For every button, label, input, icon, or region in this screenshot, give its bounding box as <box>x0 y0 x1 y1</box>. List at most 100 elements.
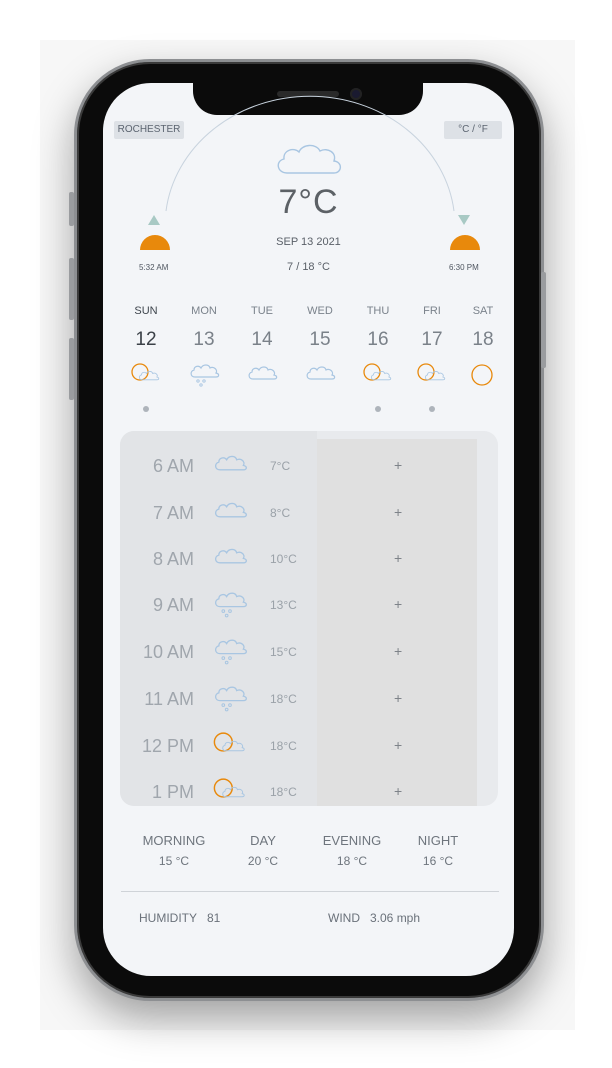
cloud-icon <box>214 548 247 564</box>
expand-plus-button[interactable]: + <box>394 643 402 659</box>
sunset-time: 6:30 PM <box>449 263 479 272</box>
day-part-value: 20 °C <box>247 854 279 868</box>
hourly-forecast-panel: 6 AM 7°C +7 AM 8°C +8 AM 10°C +9 AM 13°C +10 AM 1… <box>120 431 498 806</box>
day-fri[interactable]: FRI 17 <box>407 305 457 389</box>
expand-plus-button[interactable]: + <box>394 550 402 566</box>
wind-label: WIND <box>328 911 360 925</box>
hour-temperature: 8°C <box>270 506 291 520</box>
day-sun[interactable]: SUN 12 <box>121 305 171 389</box>
hour-label: 6 AM <box>152 456 194 476</box>
sunset-arrow-icon <box>458 215 470 225</box>
day-number: 14 <box>251 329 273 350</box>
day-number: 18 <box>472 329 494 350</box>
humidity-label: HUMIDITY <box>139 911 197 925</box>
precipitation-dot <box>375 406 381 412</box>
day-mon[interactable]: MON 13 <box>179 305 229 389</box>
day-part-label: EVENING <box>322 833 382 848</box>
cloud-icon <box>248 366 278 380</box>
expand-plus-button[interactable]: + <box>394 504 402 520</box>
expand-plus-button[interactable]: + <box>394 783 402 799</box>
volume-up-button <box>69 258 74 320</box>
day-name: TUE <box>251 305 273 317</box>
hour-temperature: 7°C <box>270 459 291 473</box>
sunset-icon <box>450 235 480 250</box>
cloud-icon <box>214 455 247 471</box>
hour-temperature: 13°C <box>270 598 297 612</box>
day-part-label: DAY <box>250 833 276 848</box>
expand-plus-button[interactable]: + <box>394 596 402 612</box>
day-part-label: MORNING <box>142 833 206 848</box>
day-name: THU <box>366 305 390 317</box>
day-part-value: 16 °C <box>422 854 454 868</box>
hour-label: 10 AM <box>142 642 194 662</box>
mute-switch <box>69 192 74 226</box>
day-tue[interactable]: TUE 14 <box>237 305 287 389</box>
day-part-value: 15 °C <box>158 854 190 868</box>
day-number: 16 <box>367 329 389 350</box>
rain-cloud-icon <box>190 364 220 387</box>
humidity-stat: HUMIDITY 81 <box>139 911 220 925</box>
day-part-day: DAY 20 °C <box>213 833 313 868</box>
day-number: 12 <box>135 329 157 350</box>
hourly-row[interactable]: 12 PM 18°C + <box>120 732 498 762</box>
hour-label: 1 PM <box>151 782 194 802</box>
cloud-icon <box>214 502 247 518</box>
hour-temperature: 10°C <box>270 552 297 566</box>
sun-cloud-icon <box>417 363 446 381</box>
day-part-evening: EVENING 18 °C <box>302 833 402 868</box>
hourly-row[interactable]: 9 AM 13°C + <box>120 591 498 621</box>
power-button <box>541 272 546 368</box>
wind-value: 3.06 mph <box>370 911 421 925</box>
day-part-label: NIGHT <box>417 833 459 848</box>
hourly-row[interactable]: 1 PM 18°C + <box>120 778 498 806</box>
app-screen: ROCHESTER °C / °F 7°C SEP 13 2021 7 / 18… <box>103 83 514 976</box>
expand-plus-button[interactable]: + <box>394 457 402 473</box>
sunrise-time: 5:32 AM <box>139 263 169 272</box>
day-part-morning: MORNING 15 °C <box>124 833 224 868</box>
sun-cloud-icon <box>363 363 392 381</box>
humidity-value: 81 <box>207 911 221 925</box>
day-name: WED <box>307 305 333 317</box>
sun-icon <box>471 364 493 386</box>
day-name: SUN <box>134 305 158 317</box>
hour-temperature: 15°C <box>270 645 297 659</box>
sun-cloud-icon <box>131 363 160 381</box>
expand-plus-button[interactable]: + <box>394 690 402 706</box>
hour-label: 11 AM <box>144 689 194 709</box>
hourly-row[interactable]: 11 AM 18°C + <box>120 685 498 715</box>
wind-stat: WIND 3.06 mph <box>328 911 420 925</box>
cloud-icon <box>306 366 336 380</box>
hourly-row[interactable]: 10 AM 15°C + <box>120 638 498 668</box>
cloud-icon <box>277 144 342 174</box>
day-part-value: 18 °C <box>336 854 368 868</box>
hour-label: 8 AM <box>152 549 194 569</box>
sun-cloud-icon <box>213 778 245 798</box>
current-temperature: 7°C <box>278 183 339 221</box>
hourly-row[interactable]: 8 AM 10°C + <box>120 545 498 575</box>
hour-label: 12 PM <box>141 736 194 756</box>
day-number: 15 <box>309 329 331 350</box>
hourly-row[interactable]: 6 AM 7°C + <box>120 452 498 482</box>
hourly-row[interactable]: 7 AM 8°C + <box>120 499 498 529</box>
day-wed[interactable]: WED 15 <box>295 305 345 389</box>
day-sat[interactable]: SAT 18 <box>458 305 508 389</box>
expand-plus-button[interactable]: + <box>394 737 402 753</box>
sunrise-arrow-icon <box>148 215 160 225</box>
day-name: FRI <box>423 305 441 317</box>
hour-label: 9 AM <box>152 595 194 615</box>
day-name: MON <box>191 305 217 317</box>
hour-temperature: 18°C <box>270 785 297 799</box>
day-number: 13 <box>193 329 215 350</box>
rain-cloud-icon <box>214 686 247 712</box>
precipitation-dot <box>429 406 435 412</box>
day-thu[interactable]: THU 16 <box>353 305 403 389</box>
divider <box>121 891 499 892</box>
hour-temperature: 18°C <box>270 739 297 753</box>
rain-cloud-icon <box>214 592 247 618</box>
day-number: 17 <box>421 329 443 350</box>
hour-temperature: 18°C <box>270 692 297 706</box>
volume-down-button <box>69 338 74 400</box>
day-part-night: NIGHT 16 °C <box>388 833 488 868</box>
day-name: SAT <box>472 305 494 317</box>
rain-cloud-icon <box>214 639 247 665</box>
